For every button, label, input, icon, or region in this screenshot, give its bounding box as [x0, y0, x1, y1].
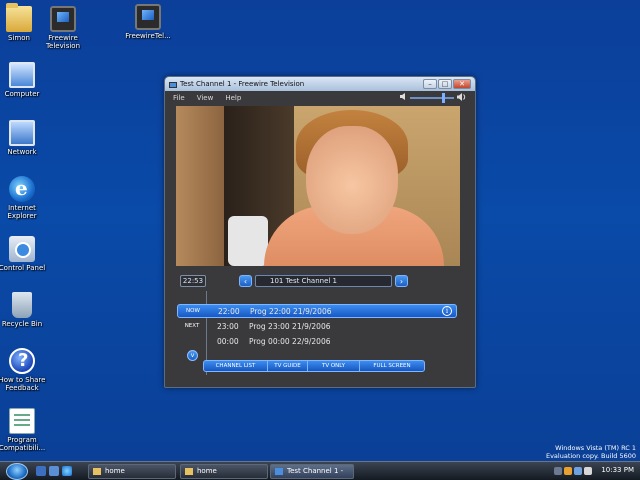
volume-control — [400, 92, 467, 103]
desktop-icon-label: How to Share Feedback — [0, 376, 46, 392]
network-tray-icon[interactable] — [574, 467, 582, 475]
schedule-row-later[interactable]: 00:00 Prog 00:00 22/9/2006 — [177, 334, 457, 348]
app-window: Test Channel 1 - Freewire Television – □… — [164, 76, 476, 388]
desktop-icon-computer[interactable]: Computer — [0, 62, 50, 98]
tv-guide-button[interactable]: TV GUIDE — [268, 361, 308, 371]
minimize-button[interactable]: – — [423, 79, 437, 89]
schedule-time: 22:00 — [218, 306, 240, 316]
desktop-icon-internet-explorer[interactable]: Internet Explorer — [0, 176, 50, 220]
folder-icon — [6, 3, 32, 32]
taskbar-button-home-2[interactable]: home — [180, 464, 268, 479]
title-bar[interactable]: Test Channel 1 - Freewire Television – □… — [165, 77, 475, 91]
desktop-icon-label: Network — [7, 148, 37, 156]
channel-list-button[interactable]: CHANNEL LIST — [204, 361, 268, 371]
folder-icon — [93, 468, 101, 475]
desktop-icon-network[interactable]: Network — [0, 120, 50, 156]
desktop-icon-program-compatibility[interactable]: Program Compatibili... — [0, 408, 50, 452]
info-icon[interactable]: i — [442, 306, 452, 316]
desktop-icon-freewire-installer[interactable]: FreewireTel... — [120, 4, 176, 40]
desktop-icon-control-panel[interactable]: Control Panel — [0, 236, 50, 272]
taskbar-button-freewire[interactable]: Test Channel 1 - Fre... — [270, 464, 354, 479]
menu-view[interactable]: View — [197, 94, 214, 102]
show-desktop-icon[interactable] — [36, 466, 46, 476]
desktop-icon-share-feedback[interactable]: How to Share Feedback — [0, 348, 50, 392]
previous-channel-button[interactable]: ‹ — [239, 275, 252, 287]
desktop-icon-label: Program Compatibili... — [0, 436, 46, 452]
document-icon — [9, 408, 35, 434]
video-display[interactable] — [176, 106, 460, 266]
volume-slider-knob[interactable] — [442, 92, 445, 103]
security-icon[interactable] — [564, 467, 572, 475]
schedule-row-next[interactable]: NEXT 23:00 Prog 23:00 21/9/2006 — [177, 319, 457, 333]
window-title: Test Channel 1 - Freewire Television — [180, 80, 305, 88]
internet-explorer-icon[interactable] — [62, 466, 72, 476]
control-panel-icon — [9, 236, 35, 262]
speaker-low-icon[interactable] — [400, 93, 407, 102]
menu-bar: File View Help — [165, 91, 475, 104]
schedule-tag: NEXT — [184, 323, 200, 329]
close-button[interactable]: ✕ — [453, 79, 471, 89]
desktop-icon-recycle-bin[interactable]: Recycle Bin — [0, 292, 50, 328]
full-screen-button[interactable]: FULL SCREEN — [360, 361, 424, 371]
taskbar-button-label: home — [197, 467, 217, 475]
tv-only-button[interactable]: TV ONLY — [308, 361, 360, 371]
system-tray: 10:33 PM — [554, 462, 640, 480]
volume-tray-icon[interactable] — [584, 467, 592, 475]
start-button[interactable] — [6, 463, 28, 480]
desktop-icon-label: Recycle Bin — [1, 320, 43, 328]
desktop-icon-label: Computer — [4, 90, 40, 98]
internet-explorer-icon — [9, 176, 35, 202]
desktop-icon-label: Freewire Television — [45, 34, 81, 50]
desktop-icon-label: Internet Explorer — [7, 204, 37, 220]
build-watermark: Windows Vista (TM) RC 1 Evaluation copy.… — [546, 444, 636, 460]
watermark-line-2: Evaluation copy. Build 5600 — [545, 452, 636, 460]
network-icon — [9, 120, 35, 146]
chevron-left-icon[interactable] — [554, 467, 562, 475]
schedule-program: Prog 00:00 22/9/2006 — [249, 336, 331, 346]
maximize-button[interactable]: □ — [438, 79, 452, 89]
taskbar-button-home-1[interactable]: home — [88, 464, 176, 479]
schedule-program: Prog 22:00 21/9/2006 — [250, 306, 332, 316]
view-mode-bar: CHANNEL LIST TV GUIDE TV ONLY FULL SCREE… — [203, 360, 425, 372]
tv-icon — [169, 80, 177, 88]
desktop-icon-label: Control Panel — [0, 264, 46, 272]
watermark-line-1: Windows Vista (TM) RC 1 — [555, 444, 636, 452]
volume-slider[interactable] — [410, 92, 454, 103]
recycle-bin-icon — [12, 292, 32, 318]
taskbar-button-label: Test Channel 1 - Fre... — [287, 467, 344, 475]
taskbar: home home Test Channel 1 - Fre... 10:33 … — [0, 461, 640, 480]
desktop-icon-freewire-television[interactable]: Freewire Television — [35, 6, 91, 50]
channel-display: 101 Test Channel 1 — [255, 275, 392, 287]
schedule-time: 23:00 — [217, 321, 239, 331]
clock-display: 22:53 — [180, 275, 206, 287]
menu-file[interactable]: File — [173, 94, 185, 102]
computer-icon — [9, 62, 35, 88]
speaker-high-icon[interactable] — [457, 92, 467, 103]
tv-icon — [275, 468, 283, 475]
taskbar-clock[interactable]: 10:33 PM — [601, 466, 634, 474]
schedule-time: 00:00 — [217, 336, 239, 346]
next-channel-button[interactable]: › — [395, 275, 408, 287]
schedule-program: Prog 23:00 21/9/2006 — [249, 321, 331, 331]
schedule-row-now[interactable]: NOW 22:00 Prog 22:00 21/9/2006 i — [177, 304, 457, 318]
menu-help[interactable]: Help — [225, 94, 241, 102]
schedule-tag: NOW — [186, 308, 200, 314]
desktop-icon-label: FreewireTel... — [125, 32, 171, 40]
folder-icon — [185, 468, 193, 475]
taskbar-button-label: home — [105, 467, 125, 475]
tv-icon — [50, 6, 76, 32]
help-icon — [9, 348, 35, 374]
switch-windows-icon[interactable] — [49, 466, 59, 476]
installer-icon — [135, 4, 161, 30]
chevron-down-icon[interactable]: v — [187, 350, 198, 361]
